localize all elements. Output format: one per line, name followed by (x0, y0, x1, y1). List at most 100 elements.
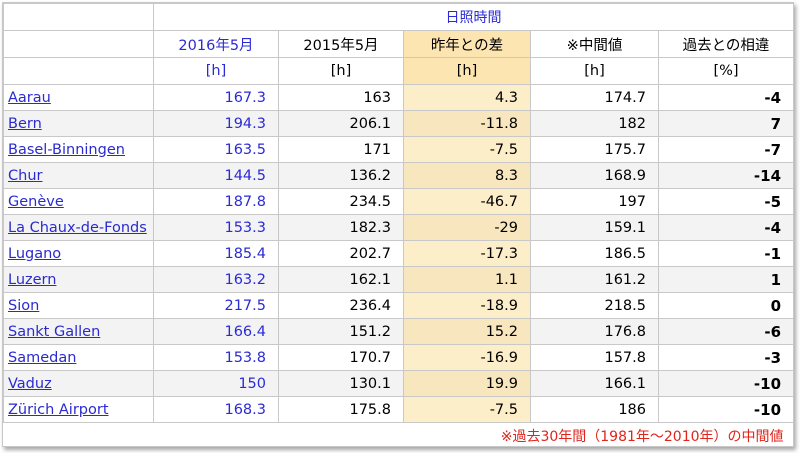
station-cell: Vaduz (3, 370, 154, 397)
header-2016-may: 2016年5月 (153, 30, 279, 58)
station-link[interactable]: Sion (8, 298, 39, 314)
value-2015: 182.3 (278, 214, 404, 241)
unit-2015: [h] (278, 57, 404, 85)
header-diff-last-year: 昨年との差 (403, 30, 531, 58)
value-pct: -10 (657, 396, 793, 423)
value-pct: -5 (657, 188, 793, 215)
value-pct: -4 (657, 84, 793, 111)
empty-corner (3, 3, 154, 31)
table-row: Zürich Airport 168.3 175.8 -7.5 186 -10 (3, 396, 793, 423)
value-diff: -7.5 (403, 396, 531, 423)
unit-2016: [h] (153, 57, 279, 85)
empty-corner (3, 30, 154, 58)
footnote-spacer (4, 423, 154, 447)
station-link[interactable]: Lugano (8, 246, 61, 262)
value-median: 166.1 (530, 370, 659, 397)
value-2015: 170.7 (278, 344, 404, 371)
value-pct: 1 (657, 266, 793, 293)
table-row: Vaduz 150 130.1 19.9 166.1 -10 (3, 370, 793, 397)
station-cell: Genève (3, 188, 154, 215)
value-diff: 15.2 (403, 318, 531, 345)
unit-pct: [%] (657, 57, 793, 85)
value-2016: 150 (153, 370, 279, 397)
value-median: 182 (530, 110, 659, 137)
station-link[interactable]: Bern (8, 116, 42, 132)
value-pct: -14 (657, 162, 793, 189)
value-2016: 153.3 (153, 214, 279, 241)
value-diff: -16.9 (403, 344, 531, 371)
header-difference-pct: 過去との相違 (657, 30, 793, 58)
table-row: Chur 144.5 136.2 8.3 168.9 -14 (3, 162, 793, 189)
value-2016: 163.2 (153, 266, 279, 293)
station-cell: La Chaux-de-Fonds (3, 214, 154, 241)
value-median: 157.8 (530, 344, 659, 371)
value-median: 168.9 (530, 162, 659, 189)
station-link[interactable]: Chur (8, 168, 42, 184)
station-link[interactable]: Vaduz (8, 376, 52, 392)
station-link[interactable]: La Chaux-de-Fonds (8, 220, 147, 236)
value-diff: 19.9 (403, 370, 531, 397)
station-link[interactable]: Zürich Airport (8, 402, 109, 418)
value-2015: 206.1 (278, 110, 404, 137)
station-link[interactable]: Genève (8, 194, 64, 210)
value-median: 159.1 (530, 214, 659, 241)
table-row: Lugano 185.4 202.7 -17.3 186.5 -1 (3, 240, 793, 267)
value-2015: 162.1 (278, 266, 404, 293)
value-2016: 194.3 (153, 110, 279, 137)
value-diff: -46.7 (403, 188, 531, 215)
value-2015: 202.7 (278, 240, 404, 267)
value-pct: -4 (657, 214, 793, 241)
value-2016: 167.3 (153, 84, 279, 111)
station-cell: Lugano (3, 240, 154, 267)
station-cell: Bern (3, 110, 154, 137)
value-median: 186 (530, 396, 659, 423)
value-2016: 144.5 (153, 162, 279, 189)
station-cell: Aarau (3, 84, 154, 111)
station-link[interactable]: Samedan (8, 350, 76, 366)
unit-diff: [h] (403, 57, 531, 85)
sunshine-table-frame: 日照時間 2016年5月 2015年5月 昨年との差 ※中間値 過去との相違 [… (2, 2, 794, 447)
value-pct: -3 (657, 344, 793, 371)
footnote-row: ※過去30年間（1981年～2010年）の中間値 (4, 422, 793, 447)
value-pct: 0 (657, 292, 793, 319)
value-2015: 163 (278, 84, 404, 111)
empty-corner (3, 57, 154, 85)
unit-median: [h] (530, 57, 659, 85)
table-row: Bern 194.3 206.1 -11.8 182 7 (3, 110, 793, 137)
footnote: ※過去30年間（1981年～2010年）の中間値 (153, 422, 793, 446)
value-median: 176.8 (530, 318, 659, 345)
column-header-row: 2016年5月 2015年5月 昨年との差 ※中間値 過去との相違 (3, 30, 793, 58)
value-diff: -18.9 (403, 292, 531, 319)
group-title: 日照時間 (152, 3, 793, 31)
table-row: Luzern 163.2 162.1 1.1 161.2 1 (3, 266, 793, 293)
station-link[interactable]: Sankt Gallen (8, 324, 100, 340)
value-2015: 171 (278, 136, 404, 163)
value-diff: 1.1 (403, 266, 531, 293)
header-median: ※中間値 (530, 30, 659, 58)
station-cell: Basel-Binningen (3, 136, 154, 163)
value-2015: 151.2 (278, 318, 404, 345)
value-2016: 185.4 (153, 240, 279, 267)
value-2016: 168.3 (153, 396, 279, 423)
station-link[interactable]: Basel-Binningen (8, 142, 125, 158)
value-2015: 175.8 (278, 396, 404, 423)
station-cell: Sion (3, 292, 154, 319)
value-pct: -6 (657, 318, 793, 345)
station-cell: Sankt Gallen (3, 318, 154, 345)
value-pct: -10 (657, 370, 793, 397)
table-row: Basel-Binningen 163.5 171 -7.5 175.7 -7 (3, 136, 793, 163)
value-2015: 130.1 (278, 370, 404, 397)
value-diff: -17.3 (403, 240, 531, 267)
table-row: Sankt Gallen 166.4 151.2 15.2 176.8 -6 (3, 318, 793, 345)
value-median: 197 (530, 188, 659, 215)
value-median: 161.2 (530, 266, 659, 293)
station-cell: Luzern (3, 266, 154, 293)
value-median: 218.5 (530, 292, 659, 319)
station-link[interactable]: Aarau (8, 90, 51, 106)
station-cell: Zürich Airport (3, 396, 154, 423)
value-2016: 163.5 (153, 136, 279, 163)
value-pct: -1 (657, 240, 793, 267)
value-2016: 187.8 (153, 188, 279, 215)
value-2016: 166.4 (153, 318, 279, 345)
station-link[interactable]: Luzern (8, 272, 56, 288)
